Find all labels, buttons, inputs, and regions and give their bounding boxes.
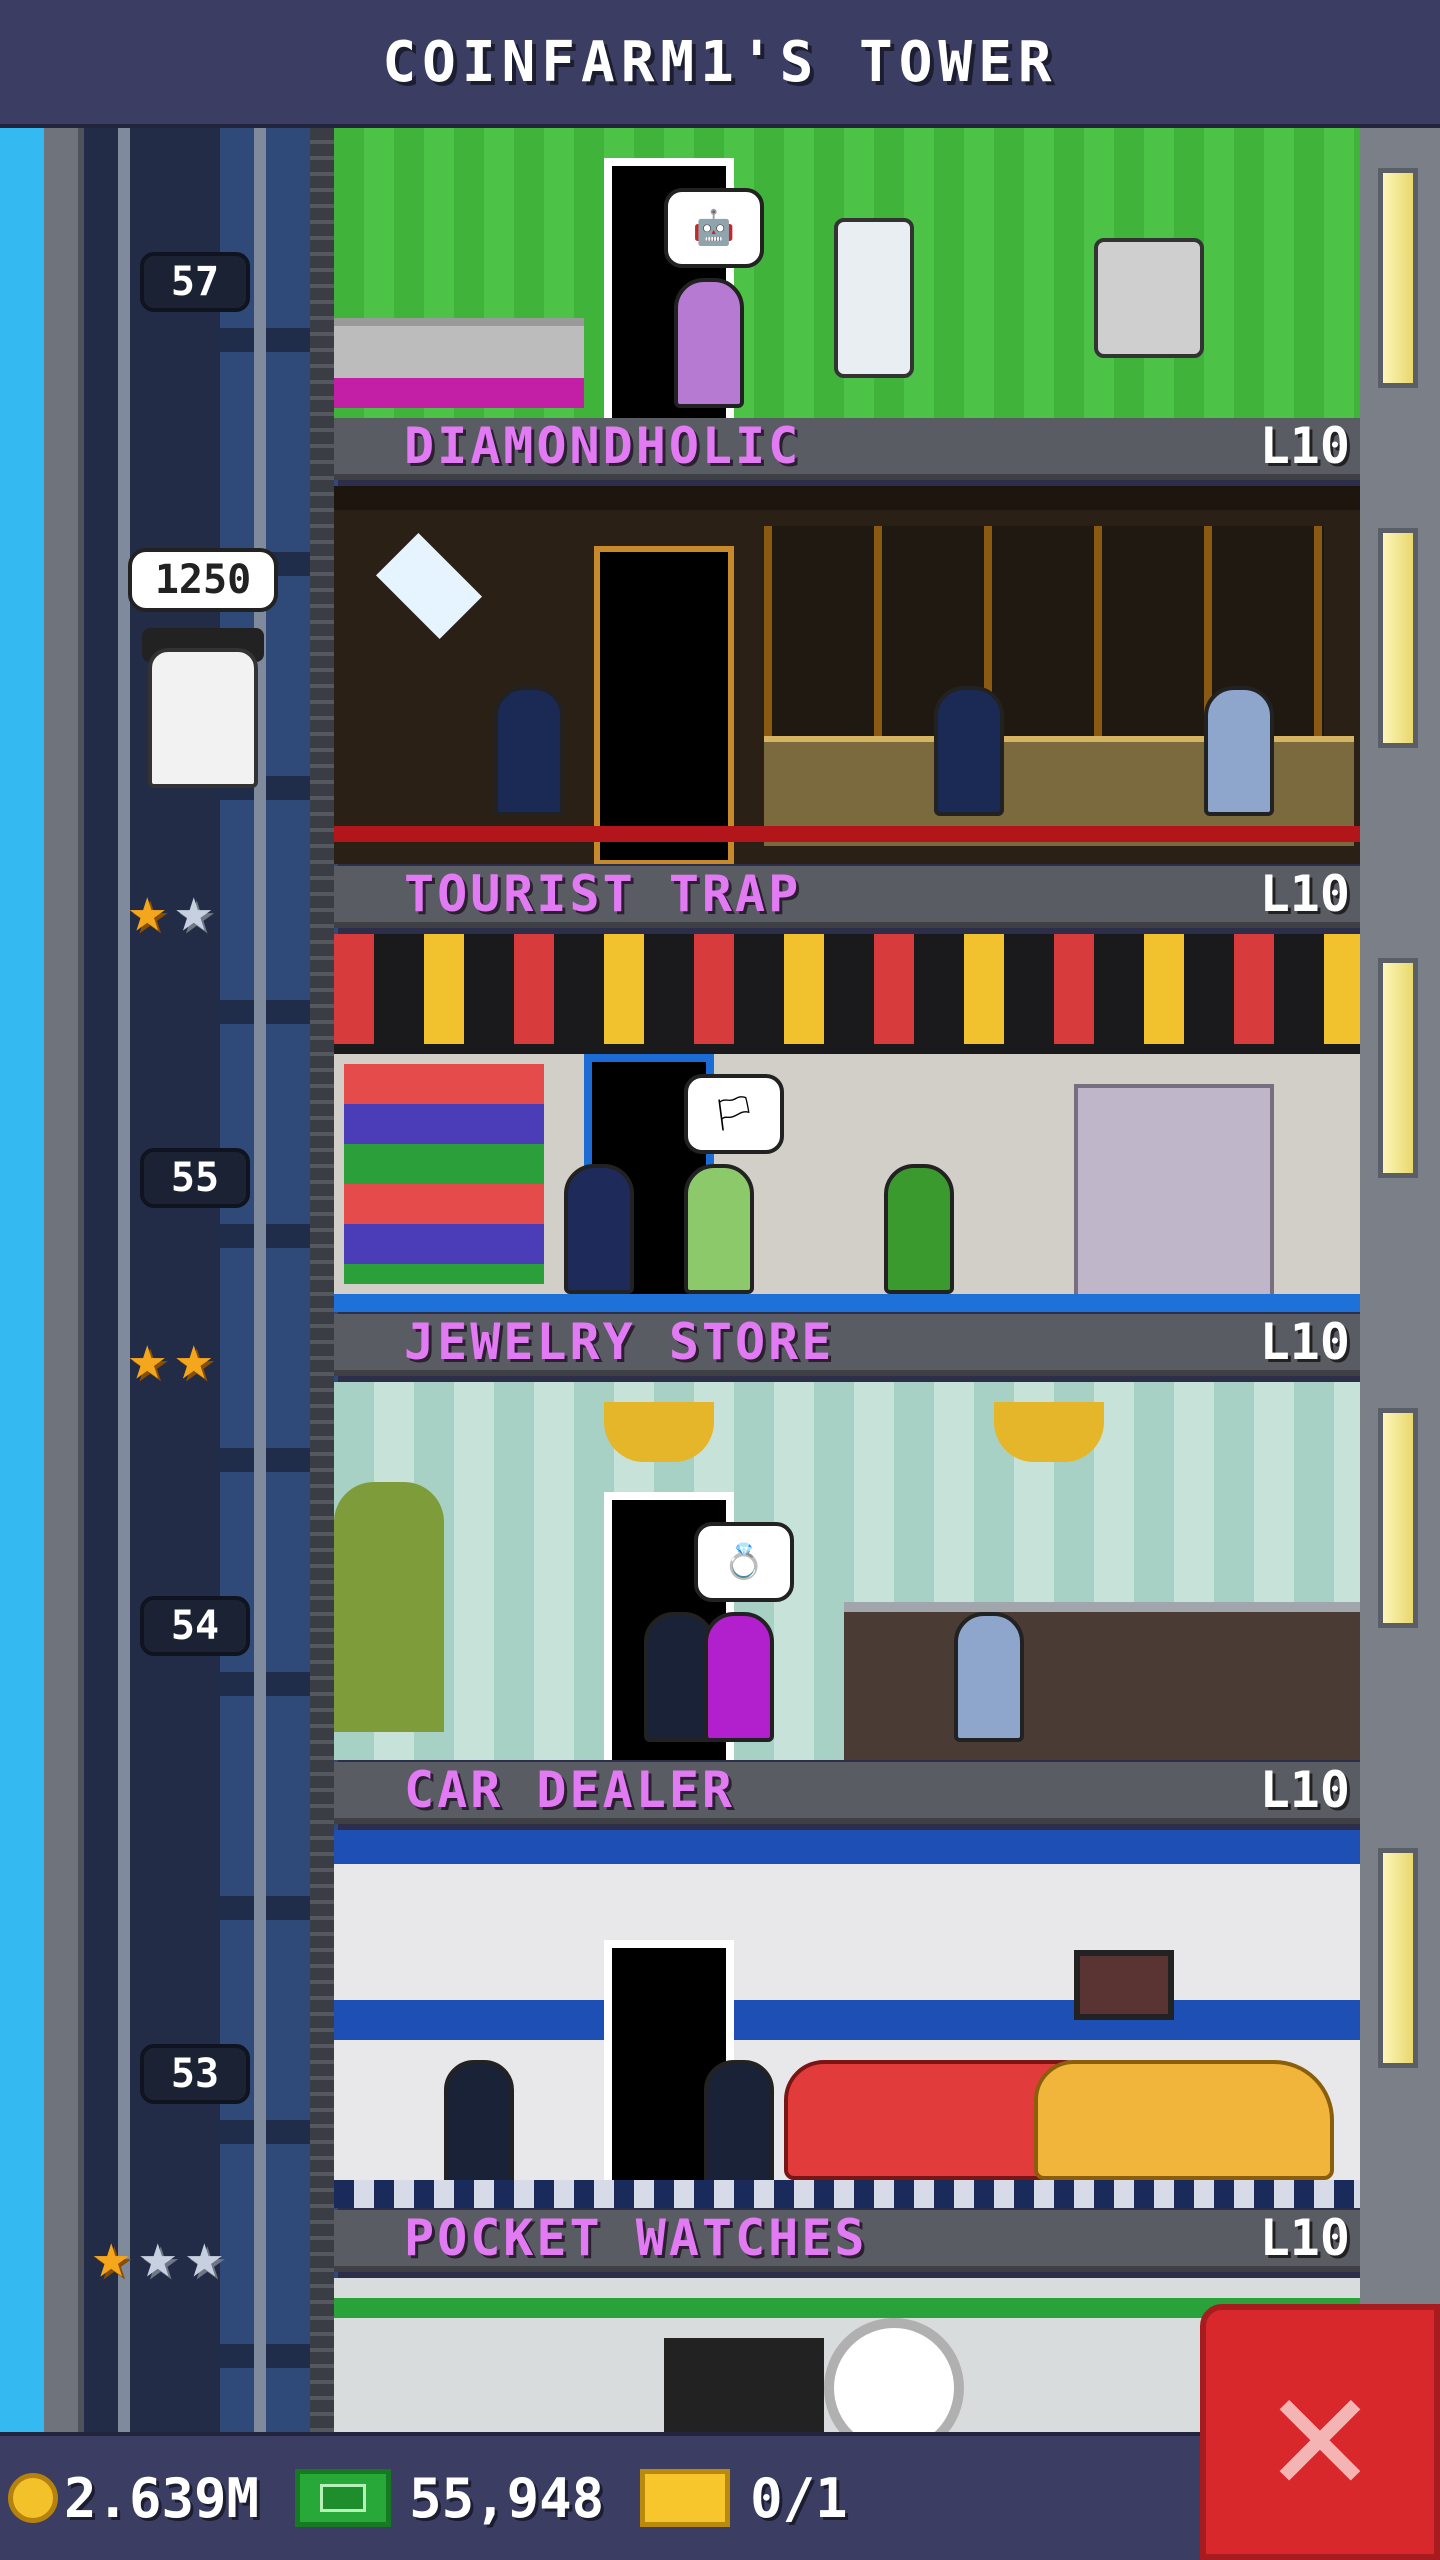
coin-icon: [8, 2473, 58, 2523]
chandelier: [604, 1402, 714, 1462]
tower-view[interactable]: 57 55 54 53 ★ ★ ★ ★ ★ ★ ★ 1250 🤖 DIAMOND…: [0, 128, 1440, 2432]
sky: [0, 128, 44, 2432]
floor-trim: [334, 1294, 1360, 1312]
window: [1378, 168, 1418, 388]
close-button[interactable]: ✕: [1200, 2304, 1440, 2560]
shopper[interactable]: [934, 686, 1004, 816]
tickets-stat[interactable]: 0/1: [640, 2467, 848, 2530]
clerk[interactable]: [494, 686, 564, 816]
floor-stars-pocket-watches: ★ ★ ★: [92, 2224, 224, 2288]
souvenir-shelf: [334, 934, 1360, 1044]
window: [1378, 1408, 1418, 1628]
tower-title: COINFARM1'S TOWER: [382, 29, 1058, 95]
close-icon: ✕: [1268, 2333, 1372, 2531]
shopper[interactable]: [564, 1164, 634, 1294]
floor-room[interactable]: 🤖: [334, 128, 1360, 418]
floor-name: TOURIST TRAP: [404, 865, 802, 923]
bux-stat[interactable]: 55,948: [295, 2467, 604, 2530]
floor-stars-jewelry-store: ★ ★: [128, 1326, 213, 1390]
shopper[interactable]: [684, 1164, 754, 1294]
souvenir-rack: [344, 1064, 544, 1284]
floor-number-57: 57: [140, 252, 250, 312]
window: [1378, 528, 1418, 748]
plant: [334, 1482, 444, 1732]
star-gold-icon: ★: [174, 1321, 214, 1395]
rider-destination-bubble[interactable]: 1250: [128, 548, 278, 612]
floor-number-55: 55: [140, 1148, 250, 1208]
floor-header[interactable]: CAR DEALER L10: [334, 1761, 1360, 1824]
elevator-rail-right: [254, 128, 266, 2432]
clock-icon: [824, 2318, 964, 2432]
chandelier: [994, 1402, 1104, 1462]
floor-level: L10: [1259, 865, 1350, 923]
floor-room[interactable]: 🏳: [334, 934, 1360, 1312]
floor-stars-tourist-trap: ★ ★: [128, 878, 213, 942]
floor-name: CAR DEALER: [404, 1761, 736, 1819]
star-silver-icon: ★: [138, 2219, 178, 2293]
star-silver-icon: ★: [185, 2219, 224, 2293]
car-yellow: [1034, 2060, 1334, 2180]
floor-header[interactable]: DIAMONDHOLIC L10: [334, 417, 1360, 480]
coins-value: 2.639M: [64, 2466, 260, 2530]
star-silver-icon: ★: [174, 873, 214, 947]
floor-header[interactable]: POCKET WATCHES L10: [334, 2209, 1360, 2272]
elevator-rider[interactable]: [148, 648, 258, 788]
floor-header[interactable]: JEWELRY STORE L10: [334, 1313, 1360, 1376]
elevator-rail-left: [118, 128, 130, 2432]
floor-level: L10: [1259, 1761, 1350, 1819]
display-case: [1074, 1084, 1274, 1304]
jewelry-counter: [844, 1602, 1360, 1760]
elevator-car[interactable]: 1250: [128, 548, 278, 878]
window: [1378, 958, 1418, 1178]
ceiling-lights: [334, 486, 1360, 510]
bux-value: 55,948: [409, 2466, 605, 2530]
shaft-divider: [310, 128, 334, 2432]
floor-level: L10: [1259, 417, 1350, 475]
wall-stripe: [334, 1830, 1360, 1864]
star-gold-icon: ★: [128, 873, 167, 947]
floor-number-54: 54: [140, 1596, 250, 1656]
floor-level: L10: [1259, 2209, 1350, 2267]
floor-name: POCKET WATCHES: [404, 2209, 868, 2267]
diamond-sign-icon: [375, 532, 483, 640]
counter-trim: [334, 378, 584, 408]
wall-stripe: [334, 2000, 1360, 2040]
security-guard[interactable]: [1204, 686, 1274, 816]
shopper[interactable]: [704, 1612, 774, 1742]
security-guard[interactable]: [954, 1612, 1024, 1742]
floor-room[interactable]: [334, 1830, 1360, 2208]
robot-display: [834, 218, 914, 378]
title-bar: COINFARM1'S TOWER: [0, 0, 1440, 128]
floor-carpet: [334, 826, 1360, 842]
star-gold-icon: ★: [128, 1321, 167, 1395]
bux-icon: [295, 2469, 392, 2527]
outer-wall: [44, 128, 84, 2432]
floor-number-53: 53: [140, 2044, 250, 2104]
window: [1378, 1848, 1418, 2068]
shopper[interactable]: [884, 1164, 954, 1294]
salesperson[interactable]: [444, 2060, 514, 2190]
shopper-bubble[interactable]: 🏳: [684, 1074, 784, 1154]
star-gold-icon: ★: [92, 2219, 131, 2293]
floor-level: L10: [1259, 1313, 1350, 1371]
right-wall: [1360, 128, 1440, 2432]
tv-screen: [1074, 1950, 1174, 2020]
display: [664, 2338, 824, 2432]
floor-header[interactable]: TOURIST TRAP L10: [334, 865, 1360, 928]
ticket-icon: [640, 2469, 731, 2527]
shopper-bubble[interactable]: 🤖: [664, 188, 764, 268]
floor-tiles: [334, 2180, 1360, 2208]
coins-stat[interactable]: 2.639M: [8, 2467, 259, 2530]
tickets-value: 0/1: [750, 2466, 848, 2530]
floor-name: JEWELRY STORE: [404, 1313, 835, 1371]
floor-door: [594, 546, 734, 864]
floor-name: DIAMONDHOLIC: [404, 417, 802, 475]
shopper-bubble[interactable]: 💍: [694, 1522, 794, 1602]
shopper[interactable]: [704, 2060, 774, 2190]
floor-room[interactable]: 💍: [334, 1382, 1360, 1760]
shopper[interactable]: [674, 278, 744, 408]
robot-display: [1094, 238, 1204, 358]
floor-room[interactable]: [334, 486, 1360, 864]
